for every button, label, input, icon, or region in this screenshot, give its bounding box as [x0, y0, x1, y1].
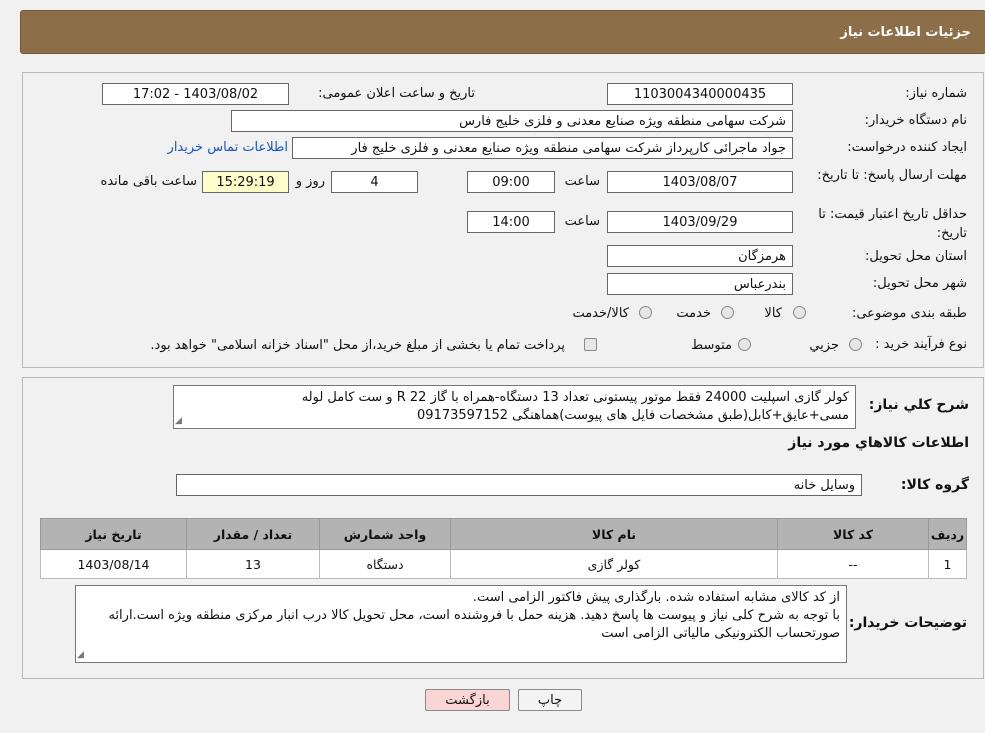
validity-date-field: 1403/09/29 [607, 211, 793, 233]
province-label: استان محل تحویل: [865, 249, 967, 264]
days-label: روز و [295, 174, 325, 189]
page-title: جزئیات اطلاعات نیاز [840, 24, 971, 40]
need-number-label: شماره نیاز: [905, 86, 967, 101]
process-option-medium: متوسط [691, 338, 732, 353]
creator-field: جواد ماجرائی کارپرداز شرکت سهامی منطقه و… [292, 137, 793, 159]
remaining-time-label: ساعت باقی مانده [100, 174, 197, 189]
col-unit: واحد شمارش [319, 518, 451, 550]
validity-label: حداقل تاریخ اعتبار قیمت: تا تاریخ: [818, 207, 967, 241]
table-row: 1 -- کولر گازی دستگاه 13 1403/08/14 [40, 549, 967, 579]
remaining-time-field: 15:29:19 [202, 171, 289, 193]
validity-time-field: 14:00 [467, 211, 555, 233]
items-table-header: ردیف کد کالا نام کالا واحد شمارش تعداد /… [40, 518, 967, 550]
cell-qty: 13 [186, 549, 320, 579]
col-row: ردیف [928, 518, 967, 550]
category-radio-goods[interactable] [793, 306, 806, 319]
goods-group-field: وسایل خانه [176, 474, 862, 496]
description-label: شرح کلي نياز: [868, 397, 969, 413]
buyer-org-field: شرکت سهامی منطقه ویژه صنایع معدنی و فلزی… [231, 110, 793, 132]
city-field: بندرعباس [607, 273, 793, 295]
category-radio-service[interactable] [721, 306, 734, 319]
col-code: کد کالا [777, 518, 929, 550]
buyer-notes-textarea[interactable]: از کد کالای مشابه استفاده شده. بارگذاری … [75, 585, 847, 663]
deadline-label: مهلت ارسال پاسخ: تا تاریخ: [817, 168, 967, 183]
cell-name: کولر گازی [450, 549, 778, 579]
category-option-goods-service: کالا/خدمت [572, 306, 629, 321]
cell-code: -- [777, 549, 929, 579]
col-date: تاریخ نیاز [40, 518, 187, 550]
buyer-contact-link[interactable]: اطلاعات تماس خریدار [168, 140, 288, 155]
process-note: پرداخت تمام یا بخشی از مبلغ خرید،از محل … [150, 338, 565, 353]
process-radio-minor[interactable] [849, 338, 862, 351]
print-button[interactable]: چاپ [518, 689, 582, 711]
back-button[interactable]: بازگشت [425, 689, 510, 711]
category-radio-goods-service[interactable] [639, 306, 652, 319]
need-number-field: 1103004340000435 [607, 83, 793, 105]
city-label: شهر محل تحویل: [872, 276, 967, 291]
col-name: نام کالا [450, 518, 778, 550]
buyer-org-label: نام دستگاه خریدار: [864, 113, 967, 128]
validity-time-label: ساعت [564, 214, 600, 229]
cell-row: 1 [928, 549, 967, 579]
items-table-wrapper: ردیف کد کالا نام کالا واحد شمارش تعداد /… [40, 518, 967, 579]
page-header: جزئیات اطلاعات نیاز [20, 10, 985, 54]
description-textarea[interactable]: کولر گازی اسپلیت 24000 فقط موتور پیستونی… [173, 385, 856, 429]
days-remaining-field: 4 [331, 171, 418, 193]
process-option-minor: جزیي [809, 338, 839, 353]
category-option-service: خدمت [676, 306, 711, 321]
goods-group-label: گروه کالا: [900, 477, 969, 493]
cell-unit: دستگاه [319, 549, 451, 579]
creator-label: ایجاد کننده درخواست: [847, 140, 967, 155]
process-label: نوع فرآیند خرید : [875, 337, 967, 352]
province-field: هرمزگان [607, 245, 793, 267]
col-qty: تعداد / مقدار [186, 518, 320, 550]
category-option-goods: کالا [764, 306, 782, 321]
items-table: ردیف کد کالا نام کالا واحد شمارش تعداد /… [40, 518, 967, 579]
description-resize-handle-icon[interactable]: ◢ [175, 416, 182, 426]
items-section-title: اطلاعات کالاهاي مورد نياز [788, 435, 969, 451]
deadline-time-field: 09:00 [467, 171, 555, 193]
notes-resize-handle-icon[interactable]: ◢ [77, 650, 84, 660]
deadline-time-label: ساعت [564, 174, 600, 189]
category-label: طبقه بندی موضوعی: [851, 306, 967, 321]
announce-label: تاریخ و ساعت اعلان عمومی: [318, 86, 475, 101]
cell-date: 1403/08/14 [40, 549, 187, 579]
process-checkbox-treasury[interactable] [584, 338, 597, 351]
process-radio-medium[interactable] [738, 338, 751, 351]
announce-field: 1403/08/02 - 17:02 [102, 83, 289, 105]
buyer-notes-label: توضیحات خریدار: [848, 615, 967, 631]
deadline-date-field: 1403/08/07 [607, 171, 793, 193]
